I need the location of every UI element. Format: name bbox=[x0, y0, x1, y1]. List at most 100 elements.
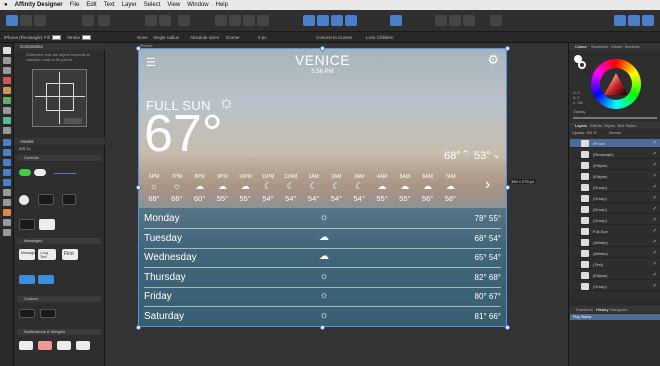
layer-row[interactable]: (Text) ✓ bbox=[570, 260, 660, 269]
layer-row[interactable]: Full Sun ✓ bbox=[570, 227, 660, 236]
designer-persona-icon[interactable] bbox=[6, 15, 18, 26]
brush-tool-icon[interactable] bbox=[3, 97, 11, 104]
visibility-check-icon[interactable]: ✓ bbox=[653, 272, 657, 278]
layer-opacity[interactable]: Opacity: 100 % bbox=[572, 131, 596, 136]
visibility-check-icon[interactable]: ✓ bbox=[653, 162, 657, 168]
message-blue-2[interactable] bbox=[38, 275, 54, 284]
visibility-check-icon[interactable]: ✓ bbox=[653, 184, 657, 190]
menu-edit[interactable]: Edit bbox=[86, 2, 96, 8]
custom-asset-1[interactable] bbox=[19, 309, 35, 318]
menu-select[interactable]: Select bbox=[144, 2, 161, 8]
layer-row[interactable]: (Ellipse) ✓ bbox=[570, 271, 660, 280]
day-row[interactable]: Friday ☼ 80° 67° bbox=[144, 288, 501, 307]
constraints-title[interactable]: Constraints bbox=[14, 43, 105, 50]
corner-value[interactable]: 0 px bbox=[258, 35, 267, 40]
widget-asset-4[interactable] bbox=[76, 341, 90, 350]
blend-mode[interactable]: Normal bbox=[609, 131, 621, 136]
single-radius-checkbox[interactable]: Single radius bbox=[153, 35, 179, 40]
lock-children-checkbox[interactable]: Lock Children bbox=[366, 35, 394, 40]
flip-h-icon[interactable] bbox=[215, 15, 227, 26]
boolean-intersect-icon[interactable] bbox=[331, 15, 343, 26]
message-bubble-3[interactable]: First bbox=[62, 249, 78, 260]
place-image-tool-icon[interactable] bbox=[3, 209, 11, 216]
triangle-tool-icon[interactable] bbox=[3, 179, 11, 186]
message-bubble-1[interactable]: Message bbox=[19, 249, 35, 260]
slider-asset[interactable] bbox=[54, 173, 76, 174]
layer-row[interactable]: iPhone ✓ bbox=[570, 139, 660, 148]
tab-layers[interactable]: Layers bbox=[575, 123, 587, 128]
rounded-rect-tool-icon[interactable] bbox=[3, 159, 11, 166]
boolean-add-icon[interactable] bbox=[303, 15, 315, 26]
widget-asset-2[interactable] bbox=[38, 341, 52, 350]
tab-stroke[interactable]: Stroke bbox=[611, 44, 623, 49]
layer-row[interactable]: (Rectangle) ✓ bbox=[570, 150, 660, 159]
view-mode-icon[interactable] bbox=[82, 15, 94, 26]
handle-bottom-right[interactable] bbox=[505, 325, 510, 330]
handle-bottom-left[interactable] bbox=[136, 325, 141, 330]
boolean-divide-icon[interactable] bbox=[345, 15, 357, 26]
visibility-check-icon[interactable]: ✓ bbox=[653, 228, 657, 234]
stepper-asset[interactable] bbox=[62, 194, 76, 205]
fill-swatch[interactable] bbox=[52, 35, 61, 40]
preferences-icon[interactable] bbox=[628, 15, 640, 26]
stroke-swatch[interactable] bbox=[82, 35, 91, 40]
radio-asset[interactable] bbox=[19, 195, 29, 205]
assets-title[interactable]: Assets bbox=[14, 138, 105, 145]
day-row[interactable]: Saturday ☼ 81° 66° bbox=[144, 308, 501, 327]
snap-options-icon[interactable] bbox=[435, 15, 447, 26]
section-custom[interactable]: Custom bbox=[17, 296, 101, 302]
assistant-icon[interactable] bbox=[614, 15, 626, 26]
visibility-check-icon[interactable]: ✓ bbox=[653, 250, 657, 256]
layer-row[interactable]: (Ellipse) ✓ bbox=[570, 172, 660, 181]
tab-navigator[interactable]: Navigator bbox=[610, 307, 627, 312]
visibility-check-icon[interactable]: ✓ bbox=[653, 283, 657, 289]
visibility-check-icon[interactable]: ✓ bbox=[653, 195, 657, 201]
tab-brushes[interactable]: Brushes bbox=[625, 44, 640, 49]
layer-row[interactable]: (Artistic) ✓ bbox=[570, 238, 660, 247]
text-tool-icon[interactable] bbox=[3, 189, 11, 196]
boolean-subtract-icon[interactable] bbox=[317, 15, 329, 26]
tab-text-styles[interactable]: Text Styles bbox=[617, 123, 636, 128]
pixel-persona-icon[interactable] bbox=[20, 15, 32, 26]
frame-text-tool-icon[interactable] bbox=[3, 199, 11, 206]
handle-bottom-center[interactable] bbox=[320, 325, 325, 330]
crop-tool-icon[interactable] bbox=[3, 127, 11, 134]
grid-icon[interactable] bbox=[490, 15, 502, 26]
toggle-off-asset[interactable] bbox=[34, 169, 46, 176]
stroke-colour-well[interactable] bbox=[578, 61, 586, 69]
widget-asset-3[interactable] bbox=[57, 341, 71, 350]
constraints-toggle[interactable] bbox=[64, 118, 82, 124]
move-tool-icon[interactable] bbox=[3, 47, 11, 54]
stroke-value[interactable]: None bbox=[137, 35, 148, 40]
custom-asset-2[interactable] bbox=[40, 309, 56, 318]
opacity-slider[interactable] bbox=[573, 117, 657, 119]
layer-row[interactable]: (Group) ✓ bbox=[570, 282, 660, 291]
layer-row[interactable]: (Ellipse) ✓ bbox=[570, 161, 660, 170]
app-menu[interactable]: Affinity Designer bbox=[15, 2, 63, 8]
studio-icon[interactable] bbox=[642, 15, 654, 26]
handle-top-left[interactable] bbox=[136, 46, 141, 51]
rectangle-tool-icon[interactable] bbox=[3, 139, 11, 146]
menu-help[interactable]: Help bbox=[216, 2, 228, 8]
tab-colour[interactable]: Colour bbox=[575, 44, 587, 49]
layer-row[interactable]: (Artistic) ✓ bbox=[570, 249, 660, 258]
menu-view[interactable]: View bbox=[167, 2, 180, 8]
handle-top-center[interactable] bbox=[320, 46, 325, 51]
day-row[interactable]: Tuesday ☁ 68° 54° bbox=[144, 230, 501, 249]
tab-styles[interactable]: Styles bbox=[604, 123, 615, 128]
order-forward-icon[interactable] bbox=[159, 15, 171, 26]
layer-row[interactable]: (Group) ✓ bbox=[570, 216, 660, 225]
rotate-right-icon[interactable] bbox=[257, 15, 269, 26]
rotate-left-icon[interactable] bbox=[243, 15, 255, 26]
artboard-iphone[interactable]: ☰ VENICE 5:56 PM ⚙ FULL SUN ☼ 67° 68° ⌃ … bbox=[138, 48, 507, 327]
visibility-check-icon[interactable]: ✓ bbox=[653, 140, 657, 146]
visibility-check-icon[interactable]: ✓ bbox=[653, 239, 657, 245]
layer-row[interactable]: (Group) ✓ bbox=[570, 183, 660, 192]
message-blue-1[interactable] bbox=[19, 275, 35, 284]
zoom-tool-icon[interactable] bbox=[3, 229, 11, 236]
visibility-check-icon[interactable]: ✓ bbox=[653, 151, 657, 157]
menu-window[interactable]: Window bbox=[187, 2, 208, 8]
hand-tool-icon[interactable] bbox=[3, 219, 11, 226]
fill-tool-icon[interactable] bbox=[3, 107, 11, 114]
field-asset[interactable] bbox=[39, 219, 55, 230]
